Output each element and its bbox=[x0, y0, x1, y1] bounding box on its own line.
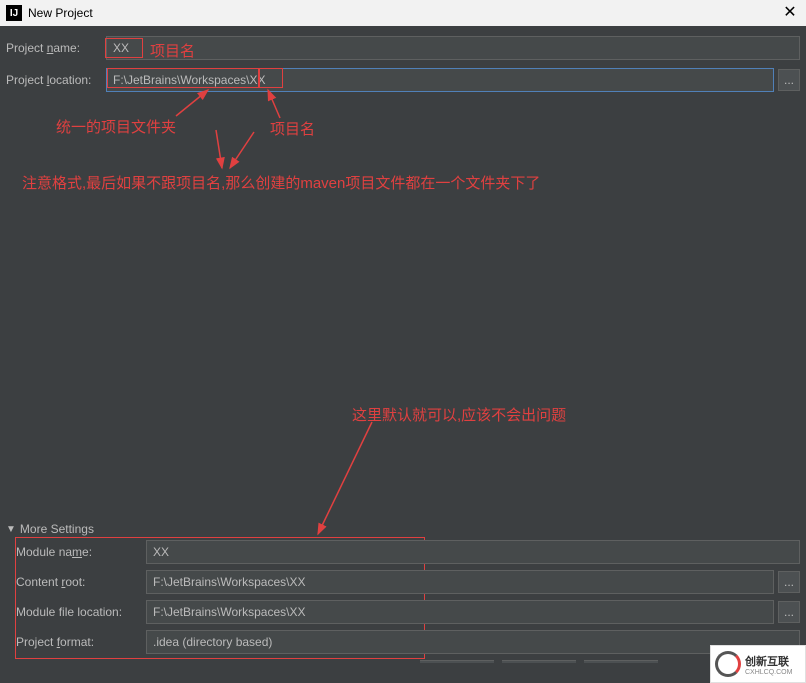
expand-icon: ▼ bbox=[6, 524, 16, 535]
project-name-input[interactable] bbox=[106, 36, 800, 60]
project-name-label: Project name: bbox=[6, 41, 106, 55]
more-settings-panel: Module name: Content root: ... Module fi… bbox=[16, 540, 800, 660]
annotation-note-line: 注意格式,最后如果不跟项目名,那么创建的maven项目文件都在一个文件夹下了 bbox=[22, 172, 540, 193]
watermark-icon bbox=[715, 651, 741, 677]
browse-content-root-button[interactable]: ... bbox=[778, 571, 800, 593]
project-location-row: Project location: ... bbox=[6, 68, 800, 92]
browse-location-button[interactable]: ... bbox=[778, 69, 800, 91]
titlebar: IJ New Project ✕ bbox=[0, 0, 806, 26]
watermark-line2: CXHLCQ.COM bbox=[745, 669, 792, 676]
more-settings-label: More Settings bbox=[20, 522, 94, 536]
content-root-input[interactable] bbox=[146, 570, 774, 594]
more-settings-toggle[interactable]: ▼ More Settings bbox=[6, 522, 94, 536]
dialog-buttons-cutoff bbox=[420, 660, 658, 680]
project-format-select[interactable] bbox=[146, 630, 800, 654]
watermark-logo: 创新互联 CXHLCQ.COM bbox=[710, 645, 806, 683]
browse-module-file-button[interactable]: ... bbox=[778, 601, 800, 623]
annotation-folder: 统一的项目文件夹 bbox=[56, 116, 176, 137]
annotation-suffix: 项目名 bbox=[270, 118, 315, 139]
content-root-label: Content root: bbox=[16, 575, 146, 589]
content-root-row: Content root: ... bbox=[16, 570, 800, 594]
module-file-location-input[interactable] bbox=[146, 600, 774, 624]
close-icon[interactable]: ✕ bbox=[780, 3, 800, 23]
form-area: Project name: Project location: ... bbox=[0, 26, 806, 92]
project-format-label: Project format: bbox=[16, 635, 146, 649]
watermark-line1: 创新互联 bbox=[745, 653, 792, 669]
module-name-label: Module name: bbox=[16, 545, 146, 559]
module-file-location-row: Module file location: ... bbox=[16, 600, 800, 624]
project-location-input[interactable] bbox=[106, 68, 774, 92]
annotation-default-note: 这里默认就可以,应该不会出问题 bbox=[352, 404, 566, 425]
module-name-row: Module name: bbox=[16, 540, 800, 564]
project-format-row: Project format: bbox=[16, 630, 800, 654]
project-name-row: Project name: bbox=[6, 36, 800, 60]
project-location-label: Project location: bbox=[6, 73, 106, 87]
module-file-location-label: Module file location: bbox=[16, 605, 146, 619]
window-title: New Project bbox=[28, 6, 93, 20]
app-icon: IJ bbox=[6, 5, 22, 21]
module-name-input[interactable] bbox=[146, 540, 800, 564]
